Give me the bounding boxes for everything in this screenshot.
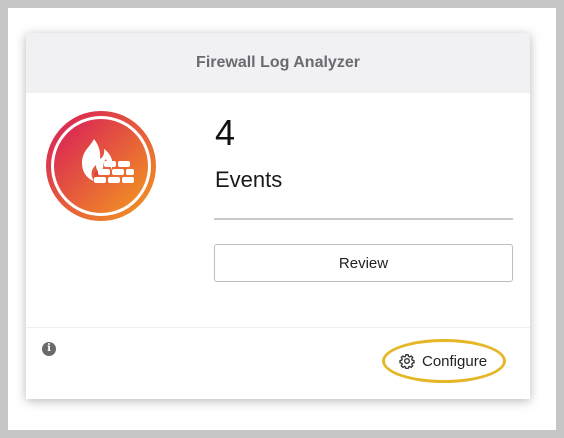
review-button-label: Review (338, 254, 389, 272)
info-icon[interactable]: i (42, 342, 56, 356)
configure-button[interactable]: Configure (399, 344, 487, 378)
firewall-flame-icon (46, 111, 156, 221)
event-count: 4 (215, 112, 236, 153)
app-card: Firewall Log Analyzer 4 Events Review i … (26, 33, 530, 399)
event-count-label: Events (215, 167, 283, 192)
divider (214, 218, 513, 220)
card-title: Firewall Log Analyzer (196, 54, 360, 71)
card-header: Firewall Log Analyzer (26, 33, 530, 93)
configure-button-label: Configure (422, 352, 488, 370)
card-body: 4 Events Review (26, 93, 530, 327)
review-button[interactable]: Review (214, 244, 513, 282)
card-footer: i Configure (26, 327, 530, 399)
gear-icon (399, 354, 415, 369)
